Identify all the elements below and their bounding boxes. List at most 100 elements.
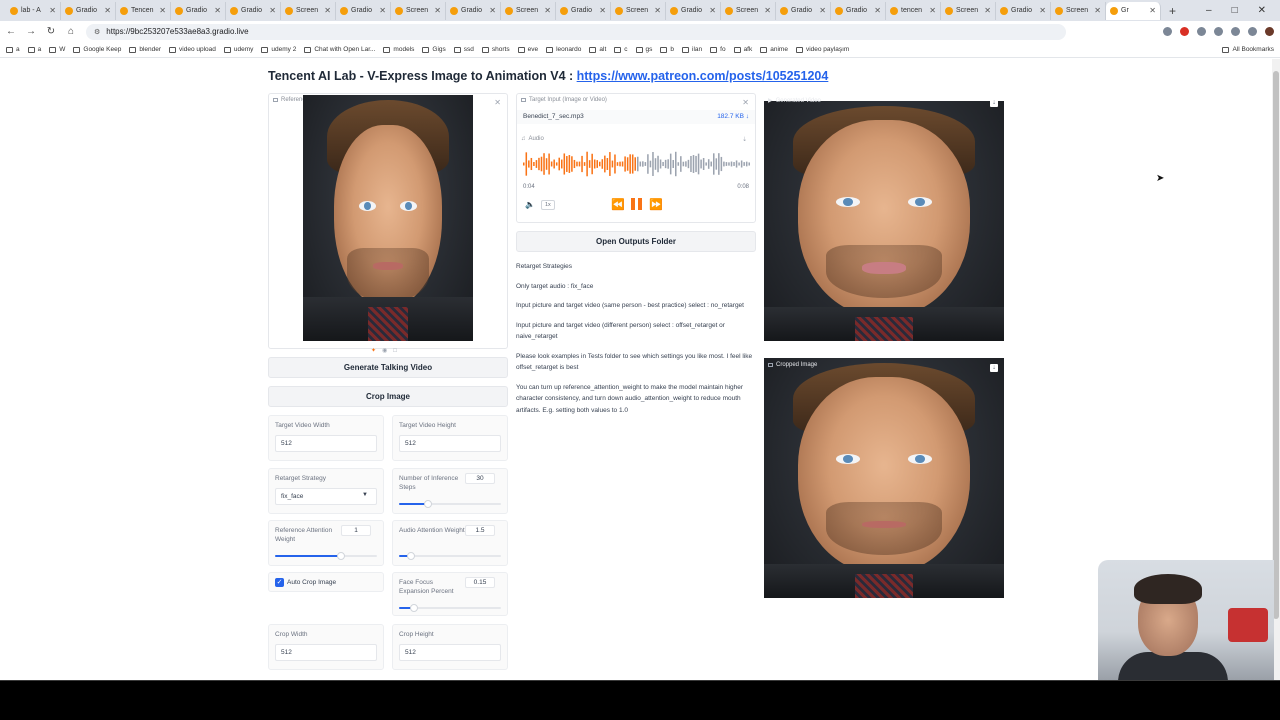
close-tab-icon[interactable]: ✕ — [379, 6, 386, 15]
close-tab-icon[interactable]: ✕ — [819, 6, 826, 15]
browser-tab[interactable]: lab - A ✕ — [6, 1, 61, 20]
face-focus-slider[interactable] — [399, 604, 501, 612]
browser-tab[interactable]: Screen ✕ — [721, 1, 776, 20]
browser-tab[interactable]: tencen ✕ — [886, 1, 941, 20]
browser-tab[interactable]: Screen ✕ — [941, 1, 996, 20]
target-height-input[interactable]: 512 — [399, 435, 501, 452]
all-bookmarks-button[interactable]: All Bookmarks — [1222, 46, 1274, 53]
fast-forward-icon[interactable]: ⏩ — [649, 198, 663, 211]
bookmark-item[interactable]: Gigs — [422, 46, 446, 53]
close-tab-icon[interactable]: ✕ — [324, 6, 331, 15]
audio-attention-input[interactable]: 1.5 — [465, 525, 495, 536]
browser-tab[interactable]: Gradio ✕ — [556, 1, 611, 20]
close-tab-icon[interactable]: ✕ — [214, 6, 221, 15]
download-audio-icon[interactable]: ⇣ — [742, 136, 747, 143]
close-tab-icon[interactable]: ✕ — [764, 6, 771, 15]
close-tab-icon[interactable]: ✕ — [159, 6, 166, 15]
profile-avatar[interactable] — [1265, 27, 1274, 36]
home-icon[interactable]: ⌂ — [66, 26, 76, 37]
scrollbar-thumb[interactable] — [1273, 71, 1279, 619]
reference-attention-slider[interactable] — [275, 552, 377, 560]
bookmark-item[interactable]: a — [6, 46, 20, 53]
extension-icon[interactable] — [1180, 27, 1189, 36]
minimize-icon[interactable]: – — [1206, 5, 1212, 16]
bookmark-item[interactable]: blender — [129, 46, 161, 53]
bookmark-item[interactable]: fo — [710, 46, 726, 53]
close-tab-icon[interactable]: ✕ — [709, 6, 716, 15]
crop-height-input[interactable]: 512 — [399, 644, 501, 661]
bookmark-item[interactable]: ilan — [682, 46, 702, 53]
close-tab-icon[interactable]: ✕ — [544, 6, 551, 15]
browser-tab[interactable]: Gradio ✕ — [336, 1, 391, 20]
close-tab-icon[interactable]: ✕ — [104, 6, 111, 15]
extension-icon[interactable] — [1231, 27, 1240, 36]
reload-icon[interactable]: ↻ — [46, 26, 56, 37]
inference-steps-input[interactable]: 30 — [465, 473, 495, 484]
bookmark-item[interactable]: video paylaşım — [795, 46, 849, 53]
close-tab-icon[interactable]: ✕ — [929, 6, 936, 15]
forward-icon[interactable]: → — [26, 26, 36, 37]
close-tab-icon[interactable]: ✕ — [599, 6, 606, 15]
clear-file-icon[interactable]: ✕ — [742, 98, 749, 107]
bookmark-item[interactable]: leonardo — [546, 46, 581, 53]
new-tab-icon[interactable]: + — [1169, 4, 1176, 18]
reference-image-panel[interactable]: Reference Image ✕ ✦◉□ — [268, 93, 508, 354]
browser-tab[interactable]: Gradio ✕ — [996, 1, 1051, 20]
bookmark-item[interactable]: Google Keep — [73, 46, 121, 53]
back-icon[interactable]: ← — [6, 26, 16, 37]
extension-icon[interactable] — [1197, 27, 1206, 36]
browser-tab[interactable]: Screen ✕ — [611, 1, 666, 20]
volume-icon[interactable]: 🔈 — [525, 200, 535, 209]
close-tab-icon[interactable]: ✕ — [1149, 6, 1156, 15]
generated-video-panel[interactable]: ▶ Generated Video ⇣ — [764, 93, 1004, 341]
bookmark-item[interactable]: anime — [760, 46, 788, 53]
bookmark-item[interactable]: alt — [589, 46, 606, 53]
file-size[interactable]: 182.7 KB ↓ — [717, 113, 749, 120]
browser-tab[interactable]: Gradio ✕ — [171, 1, 226, 20]
browser-tab[interactable]: Gradio ✕ — [831, 1, 886, 20]
close-tab-icon[interactable]: ✕ — [434, 6, 441, 15]
generate-talking-video-button[interactable]: Generate Talking Video — [268, 357, 508, 378]
cropped-image-panel[interactable]: Cropped Image ⇣ — [764, 358, 1004, 598]
close-tab-icon[interactable]: ✕ — [489, 6, 496, 15]
browser-tab[interactable]: Gradio ✕ — [61, 1, 116, 20]
site-info-icon[interactable]: ⚙ — [94, 28, 100, 36]
generated-video-frame[interactable] — [764, 101, 1004, 341]
inference-steps-slider[interactable] — [399, 500, 501, 508]
bookmark-item[interactable]: W — [49, 46, 65, 53]
browser-tab[interactable]: Gradio ✕ — [446, 1, 501, 20]
browser-tab[interactable]: Gradio ✕ — [666, 1, 721, 20]
close-tab-icon[interactable]: ✕ — [269, 6, 276, 15]
url-field[interactable]: ⚙ https://9bc253207e533ae8a3.gradio.live — [86, 23, 1066, 40]
reference-attention-input[interactable]: 1 — [341, 525, 371, 536]
close-tab-icon[interactable]: ✕ — [49, 6, 56, 15]
bookmark-item[interactable]: a — [27, 46, 41, 53]
close-tab-icon[interactable]: ✕ — [984, 6, 991, 15]
audio-attention-slider[interactable] — [399, 552, 501, 560]
bookmark-item[interactable]: udemy — [223, 46, 253, 53]
face-focus-input[interactable]: 0.15 — [465, 577, 495, 588]
bookmark-item[interactable]: gs — [635, 46, 652, 53]
pause-icon[interactable] — [631, 198, 642, 210]
playback-speed-button[interactable]: 1x — [541, 200, 555, 210]
clear-image-icon[interactable]: ✕ — [494, 98, 501, 107]
open-outputs-folder-button[interactable]: Open Outputs Folder — [516, 231, 756, 252]
target-width-input[interactable]: 512 — [275, 435, 377, 452]
download-image-icon[interactable]: ⇣ — [990, 364, 998, 372]
browser-tab[interactable]: Gr ✕ — [1106, 1, 1161, 20]
browser-tab[interactable]: Screen ✕ — [391, 1, 446, 20]
audio-waveform[interactable] — [523, 149, 751, 179]
translate-icon[interactable] — [1163, 27, 1172, 36]
bookmark-item[interactable]: udemy 2 — [261, 46, 296, 53]
bookmark-item[interactable]: eve — [517, 46, 538, 53]
browser-tab[interactable]: Screen ✕ — [501, 1, 556, 20]
rewind-icon[interactable]: ⏪ — [611, 198, 625, 211]
bookmark-item[interactable]: c — [614, 46, 628, 53]
bookmark-item[interactable]: models — [383, 46, 414, 53]
patreon-link[interactable]: https://www.patreon.com/posts/105251204 — [577, 69, 829, 83]
retarget-strategy-dropdown[interactable]: fix_face ▼ — [275, 488, 377, 505]
puzzle-icon[interactable] — [1248, 27, 1257, 36]
bookmark-item[interactable]: Chat with Open Lar... — [304, 46, 375, 53]
download-video-icon[interactable]: ⇣ — [990, 99, 998, 107]
close-window-icon[interactable]: ✕ — [1258, 5, 1266, 16]
